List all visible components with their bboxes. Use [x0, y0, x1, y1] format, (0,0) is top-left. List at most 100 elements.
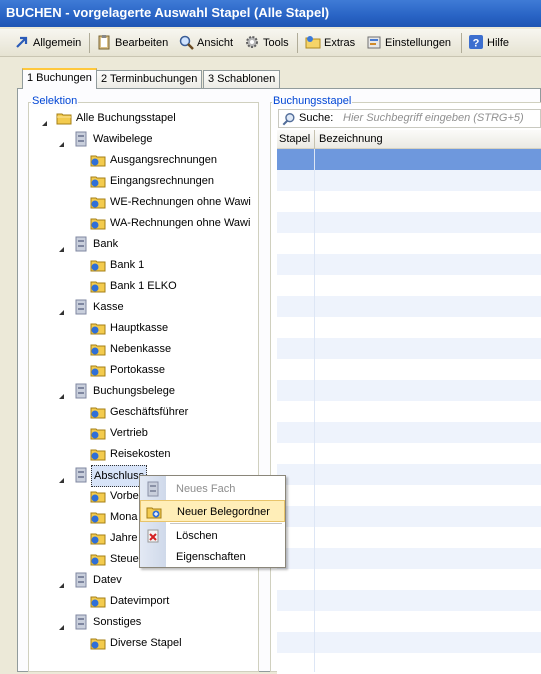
tab-buchungen[interactable]: 1 Buchungen [22, 68, 97, 89]
grid-row[interactable] [277, 380, 541, 401]
tree-item-label: Sonstiges [93, 616, 142, 628]
menu-einstellungen[interactable]: Einstellungen [366, 33, 451, 53]
grid-column-line [314, 149, 315, 672]
selection-group-title: Selektion [31, 95, 79, 107]
collapse-triangle-icon[interactable] [58, 387, 65, 399]
grid-row[interactable] [277, 590, 541, 611]
column-header-stapel[interactable]: Stapel [279, 133, 313, 145]
stapel-group-title: Buchungsstapel [272, 95, 353, 107]
tree-leaf[interactable]: Nebenkasse [0, 339, 258, 359]
menu-hilfe[interactable]: ? Hilfe [468, 33, 509, 53]
tree-leaf[interactable]: Ausgangsrechnungen [0, 150, 258, 170]
grid-row[interactable] [277, 548, 541, 569]
collapse-triangle-icon[interactable] [58, 576, 65, 588]
menu-ansicht[interactable]: Ansicht [178, 33, 233, 53]
ctx-item-neues-fach[interactable]: Neues Fach [140, 478, 285, 500]
search-placeholder: Hier Suchbegriff eingeben (STRG+5) [343, 112, 524, 124]
grid-row[interactable] [277, 275, 541, 296]
column-header-bezeichnung[interactable]: Bezeichnung [319, 133, 383, 145]
tree-leaf[interactable]: Reisekosten [0, 444, 258, 464]
menu-separator [297, 33, 298, 53]
tree-leaf[interactable]: WE-Rechnungen ohne Wawi [0, 192, 258, 212]
collapse-triangle-icon[interactable] [58, 135, 65, 147]
grid-row[interactable] [277, 254, 541, 275]
document-folder-icon [90, 446, 106, 462]
menu-tools[interactable]: Tools [244, 33, 289, 53]
grid-row[interactable] [277, 506, 541, 527]
document-folder-icon [90, 509, 106, 525]
tree-leaf[interactable]: WA-Rechnungen ohne Wawi [0, 213, 258, 233]
new-folder-icon [146, 507, 162, 519]
cabinet-icon [73, 383, 89, 399]
tree-group[interactable]: Sonstiges [0, 612, 258, 632]
tree-leaf[interactable]: Diverse Stapel [0, 633, 258, 653]
document-folder-icon [90, 278, 106, 294]
grid-row[interactable] [277, 464, 541, 485]
tree-leaf[interactable]: Datevimport [0, 591, 258, 611]
tree-group[interactable]: Bank [0, 234, 258, 254]
tree-leaf[interactable]: Vertrieb [0, 423, 258, 443]
document-folder-icon [90, 425, 106, 441]
tree-group[interactable]: Buchungsbelege [0, 381, 258, 401]
tree-leaf[interactable]: Portokasse [0, 360, 258, 380]
tree-group[interactable]: Datev [0, 570, 258, 590]
grid-row[interactable] [277, 233, 541, 254]
grid-row[interactable] [277, 485, 541, 506]
collapse-triangle-icon[interactable] [58, 303, 65, 315]
grid-row[interactable] [277, 401, 541, 422]
document-folder-icon [90, 320, 106, 336]
grid-row[interactable] [277, 632, 541, 653]
collapse-triangle-icon[interactable] [58, 240, 65, 252]
tree-leaf[interactable]: Hauptkasse [0, 318, 258, 338]
tree-leaf[interactable]: Geschäftsführer [0, 402, 258, 422]
tab-schablonen[interactable]: 3 Schablonen [203, 70, 281, 88]
tree-leaf[interactable]: Eingangsrechnungen [0, 171, 258, 191]
context-menu: Neues Fach Neuer Belegordner Löschen Eig… [139, 475, 286, 568]
menu-extras[interactable]: Extras [305, 33, 355, 53]
grid-row[interactable] [277, 443, 541, 464]
grid-row[interactable] [277, 317, 541, 338]
grid-header: Stapel Bezeichnung [277, 130, 541, 149]
grid-row[interactable] [277, 338, 541, 359]
menu-allgemein[interactable]: Allgemein [14, 33, 81, 53]
grid-row[interactable] [277, 170, 541, 191]
tab-terminbuchungen[interactable]: 2 Terminbuchungen [96, 70, 203, 88]
menu-separator [461, 33, 462, 53]
tree-group[interactable]: Kasse [0, 297, 258, 317]
document-folder-icon [90, 488, 106, 504]
menu-separator [89, 33, 90, 53]
tree-item-label: Geschäftsführer [110, 406, 189, 418]
tree-root[interactable]: Alle Buchungsstapel [0, 108, 258, 128]
tree-leaf[interactable]: Bank 1 [0, 255, 258, 275]
ctx-item-neuer-belegordner[interactable]: Neuer Belegordner [140, 500, 285, 522]
collapse-triangle-icon[interactable] [58, 618, 65, 630]
grid-row[interactable] [277, 296, 541, 317]
tree-leaf[interactable]: Bank 1 ELKO [0, 276, 258, 296]
grid-row[interactable] [277, 191, 541, 212]
tree-item-label: Bank 1 ELKO [110, 280, 177, 292]
gear-icon [246, 36, 258, 49]
grid-row[interactable] [277, 611, 541, 632]
grid-row[interactable] [277, 212, 541, 233]
grid-row[interactable] [277, 569, 541, 590]
grid-row-selected[interactable] [277, 149, 541, 170]
cabinet-icon [147, 481, 159, 497]
collapse-triangle-icon[interactable] [58, 471, 65, 483]
ctx-item-loeschen[interactable]: Löschen [140, 525, 285, 547]
search-input[interactable]: Suche: Hier Suchbegriff eingeben (STRG+5… [278, 109, 541, 128]
menu-bearbeiten[interactable]: Bearbeiten [96, 33, 168, 53]
grid-row[interactable] [277, 527, 541, 548]
grid-row[interactable] [277, 422, 541, 443]
tree-item-label: Steue [110, 553, 139, 565]
arrow-icon [16, 36, 28, 48]
grid-row[interactable] [277, 359, 541, 380]
collapse-triangle-icon[interactable] [41, 114, 48, 126]
document-folder-icon [90, 257, 106, 273]
grid-row[interactable] [277, 653, 541, 674]
tree-item-label: Mona [110, 511, 138, 523]
tree-group[interactable]: Wawibelege [0, 129, 258, 149]
tab-strip: 1 Buchungen 2 Terminbuchungen 3 Schablon… [0, 60, 541, 89]
ctx-item-eigenschaften[interactable]: Eigenschaften [140, 546, 285, 568]
tree-item-label: Eingangsrechnungen [110, 175, 214, 187]
tree-item-label: Jahre [110, 532, 138, 544]
